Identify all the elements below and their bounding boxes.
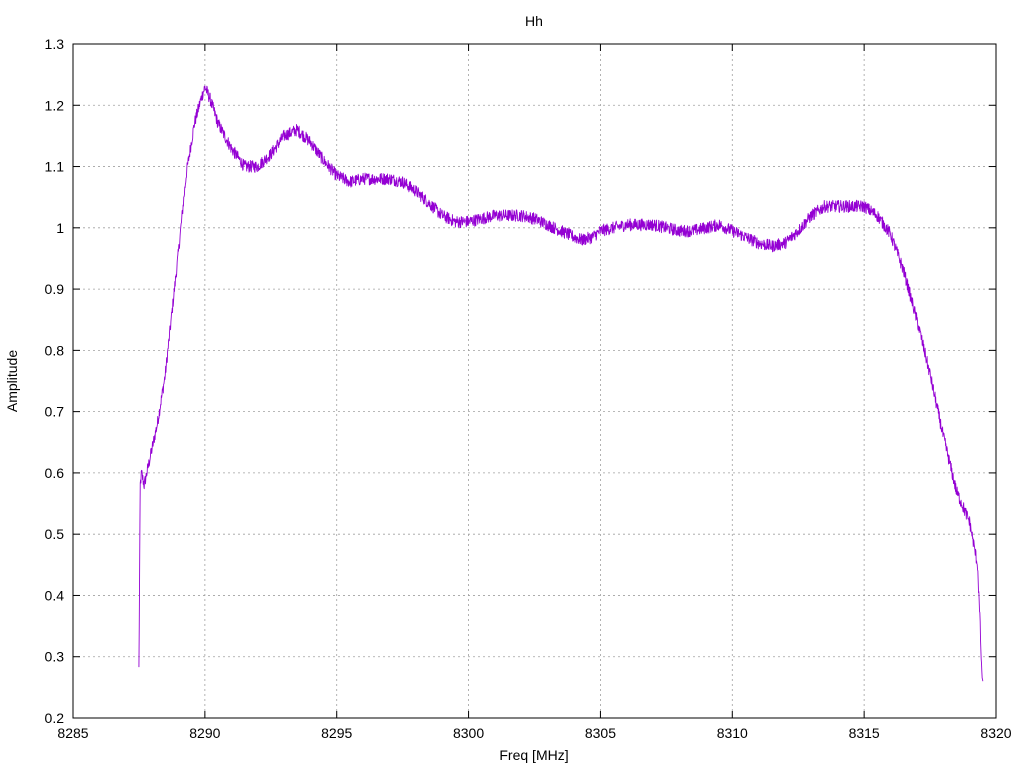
y-tick-label: 1.1: [45, 159, 65, 175]
y-tick-label: 0.4: [45, 587, 65, 603]
plot-frame: [72, 43, 997, 719]
y-tick-label: 0.9: [45, 281, 65, 297]
x-tick-label: 8305: [585, 725, 616, 741]
y-tick-label: 0.6: [45, 465, 65, 481]
chart-container: 8285 8290 8295 8300 8305 8310 8315 8320 0.2 0.3 0.…: [0, 0, 1024, 768]
x-axis-label: Freq [MHz]: [499, 747, 568, 763]
y-tick-label: 0.8: [45, 342, 65, 358]
y-tick-label: 1: [56, 220, 64, 236]
y-tick-label: 0.2: [45, 710, 65, 726]
y-tick-label: 0.5: [45, 526, 65, 542]
y-tick-label: 0.7: [45, 404, 65, 420]
chart-title: Hh: [525, 13, 543, 29]
x-tick-label: 8295: [321, 725, 352, 741]
amplitude-series-line: [138, 85, 984, 682]
x-tick-label: 8320: [980, 725, 1011, 741]
y-axis-label: Amplitude: [4, 350, 20, 412]
y-tick-label: 0.3: [45, 649, 65, 665]
x-tick-label: 8310: [717, 725, 748, 741]
x-tick-label: 8290: [189, 725, 220, 741]
y-tick-label: 1.2: [45, 97, 65, 113]
series-layer: [138, 85, 984, 682]
ticks: 8285 8290 8295 8300 8305 8310 8315 8320 0.2 0.3 0.…: [45, 36, 1012, 741]
x-tick-label: 8300: [453, 725, 484, 741]
amplitude-chart: 8285 8290 8295 8300 8305 8310 8315 8320 0.2 0.3 0.…: [4, 13, 1012, 763]
x-tick-label: 8285: [57, 725, 88, 741]
y-tick-label: 1.3: [45, 36, 65, 52]
grid: [73, 44, 996, 718]
x-tick-label: 8315: [849, 725, 880, 741]
